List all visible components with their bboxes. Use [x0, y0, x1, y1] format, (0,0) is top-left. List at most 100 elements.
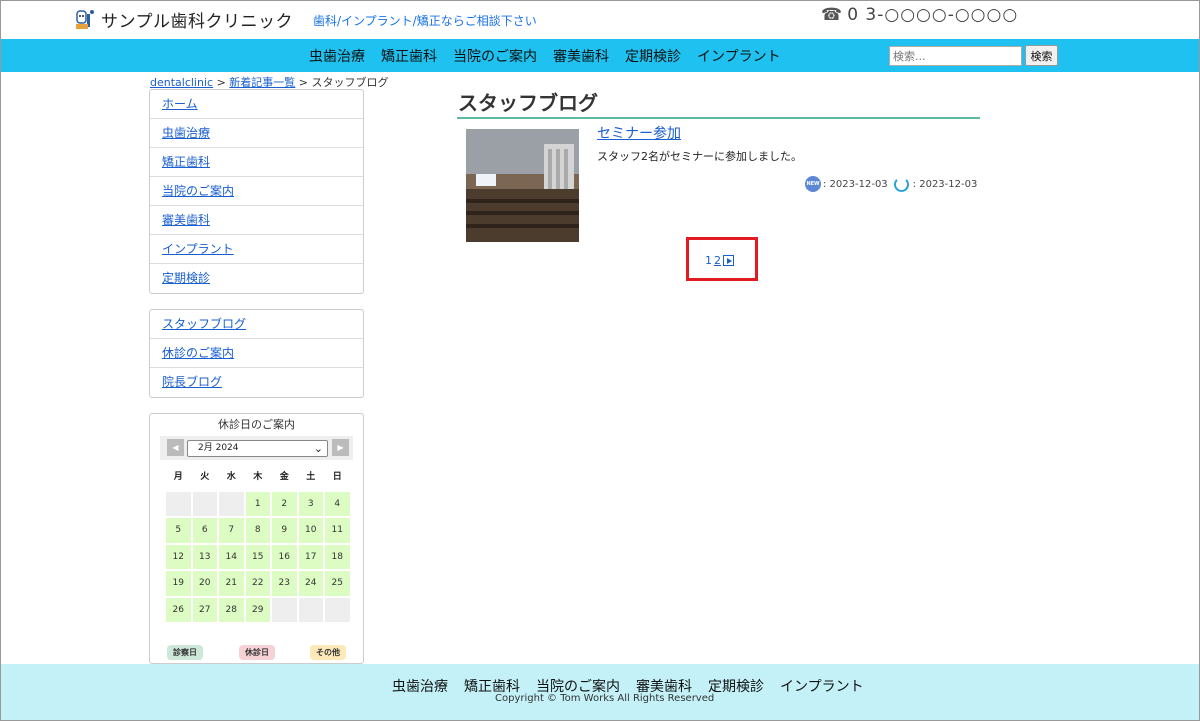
tooth-character-icon: [73, 8, 97, 32]
weekday-header: 日: [332, 472, 342, 482]
sidebar-item-cavity-treatment[interactable]: 虫歯治療: [150, 119, 363, 148]
post-thumbnail[interactable]: [466, 129, 579, 242]
calendar-day[interactable]: 28: [218, 596, 245, 623]
weekday-header: 火: [200, 472, 210, 482]
calendar-grid: 月火水木金土日 1 2 3 4 5 6 7 8 9 10 11 12 13 14 15 16 17 18 19 20 21…: [165, 464, 351, 623]
month-select-value: 2月 2024: [198, 443, 239, 453]
sidebar-category-menu: スタッフブログ 休診のご案内 院長ブログ: [149, 309, 364, 398]
footer-item-cavity-treatment[interactable]: 虫歯治療: [392, 676, 448, 696]
global-nav: 虫歯治療 矯正歯科 当院のご案内 審美歯科 定期検診 インプラント 検索: [1, 39, 1199, 72]
calendar-prev-button[interactable]: ◀: [167, 439, 184, 456]
calendar-day[interactable]: 1: [244, 490, 271, 517]
sidebar-item-home[interactable]: ホーム: [150, 90, 363, 119]
calendar-empty-cell: [165, 490, 192, 517]
weekday-header: 木: [253, 472, 263, 482]
calendar-day[interactable]: 13: [191, 543, 218, 570]
site-footer: 虫歯治療 矯正歯科 当院のご案内 審美歯科 定期検診 インプラント Copyri…: [1, 664, 1199, 720]
nav-item-implant[interactable]: インプラント: [697, 46, 781, 66]
calendar-empty-cell: [218, 490, 245, 517]
breadcrumb-list[interactable]: 新着記事一覧: [229, 76, 295, 89]
copyright: Copyright © Tom Works All Rights Reserve…: [495, 693, 715, 704]
post-meta: NEW : 2023-12-03 : 2023-12-03: [805, 176, 977, 192]
sidebar-item-checkup[interactable]: 定期検診: [150, 264, 363, 293]
tagline: 歯科/インプラント/矯正ならご相談下さい: [313, 14, 537, 28]
legend-open-day: 診察日: [167, 645, 203, 660]
calendar-day[interactable]: 6: [191, 517, 218, 544]
breadcrumb: dentalclinic > 新着記事一覧 > スタッフブログ: [150, 74, 389, 90]
calendar-day[interactable]: 11: [324, 517, 351, 544]
telephone-icon: ☎: [821, 5, 844, 25]
update-icon: [893, 176, 909, 192]
sidebar-item-staff-blog[interactable]: スタッフブログ: [150, 310, 363, 339]
calendar-day[interactable]: 14: [218, 543, 245, 570]
month-select[interactable]: 2月 2024 ⌄: [187, 440, 328, 457]
calendar-day[interactable]: 23: [271, 570, 298, 597]
search-input[interactable]: [889, 46, 1022, 66]
calendar-header: ◀ 2月 2024 ⌄ ▶: [160, 436, 353, 460]
calendar-day[interactable]: 4: [324, 490, 351, 517]
post-title-link[interactable]: セミナー参加: [597, 123, 681, 143]
legend-other: その他: [310, 645, 346, 660]
chevron-down-icon: ⌄: [313, 442, 323, 455]
calendar-day[interactable]: 27: [191, 596, 218, 623]
nav-item-checkup[interactable]: 定期検診: [625, 46, 681, 66]
nav-item-cavity-treatment[interactable]: 虫歯治療: [309, 46, 365, 66]
page-current: 1: [705, 254, 712, 267]
footer-item-checkup[interactable]: 定期検診: [708, 676, 764, 696]
post-updated-date: : 2023-12-03: [912, 178, 978, 190]
sidebar-item-cosmetic[interactable]: 審美歯科: [150, 206, 363, 235]
page-link-2[interactable]: 2: [714, 254, 721, 267]
calendar-day[interactable]: 9: [271, 517, 298, 544]
site-title: サンプル歯科クリニック: [101, 12, 293, 32]
calendar-day[interactable]: 24: [297, 570, 324, 597]
calendar-empty-cell: [191, 490, 218, 517]
calendar-day[interactable]: 16: [271, 543, 298, 570]
site-logo[interactable]: サンプル歯科クリニック: [73, 7, 293, 32]
search-button[interactable]: 検索: [1025, 45, 1058, 66]
calendar-day[interactable]: 19: [165, 570, 192, 597]
weekday-header: 土: [306, 472, 316, 482]
calendar-day[interactable]: 22: [244, 570, 271, 597]
sidebar-item-holiday-notice[interactable]: 休診のご案内: [150, 339, 363, 368]
calendar-day[interactable]: 5: [165, 517, 192, 544]
calendar-day[interactable]: 10: [297, 517, 324, 544]
calendar-day[interactable]: 18: [324, 543, 351, 570]
sidebar-item-orthodontics[interactable]: 矯正歯科: [150, 148, 363, 177]
breadcrumb-home[interactable]: dentalclinic: [150, 76, 213, 89]
site-header: サンプル歯科クリニック 歯科/インプラント/矯正ならご相談下さい ☎ 0 3-○…: [1, 1, 1199, 39]
calendar-day[interactable]: 21: [218, 570, 245, 597]
sidebar-item-director-blog[interactable]: 院長ブログ: [150, 368, 363, 397]
calendar-day[interactable]: 8: [244, 517, 271, 544]
calendar-day[interactable]: 15: [244, 543, 271, 570]
pagination: 1 2: [705, 254, 734, 267]
calendar-next-button[interactable]: ▶: [332, 439, 349, 456]
calendar-day[interactable]: 12: [165, 543, 192, 570]
calendar-day[interactable]: 25: [324, 570, 351, 597]
calendar-day[interactable]: 7: [218, 517, 245, 544]
phone-text: 0 3-○○○○-○○○○: [847, 5, 1019, 25]
calendar-empty-cell: [297, 596, 324, 623]
breadcrumb-separator: >: [213, 76, 230, 89]
sidebar-item-clinic-info[interactable]: 当院のご案内: [150, 177, 363, 206]
calendar-day[interactable]: 29: [244, 596, 271, 623]
sidebar-menu: ホーム 虫歯治療 矯正歯科 当院のご案内 審美歯科 インプラント 定期検診: [149, 89, 364, 294]
new-icon: NEW: [805, 176, 821, 192]
calendar-day[interactable]: 2: [271, 490, 298, 517]
title-divider: [457, 117, 980, 119]
nav-item-clinic-info[interactable]: 当院のご案内: [453, 46, 537, 66]
post-published-date: : 2023-12-03: [823, 178, 888, 190]
footer-item-implant[interactable]: インプラント: [780, 676, 864, 696]
calendar-day[interactable]: 17: [297, 543, 324, 570]
nav-item-orthodontics[interactable]: 矯正歯科: [381, 46, 437, 66]
breadcrumb-separator: >: [295, 76, 312, 89]
calendar-day[interactable]: 3: [297, 490, 324, 517]
sidebar-item-implant[interactable]: インプラント: [150, 235, 363, 264]
nav-item-cosmetic[interactable]: 審美歯科: [553, 46, 609, 66]
calendar-day[interactable]: 20: [191, 570, 218, 597]
phone-number: ☎ 0 3-○○○○-○○○○: [821, 5, 1018, 25]
page-title: スタッフブログ: [458, 91, 598, 115]
calendar-day[interactable]: 26: [165, 596, 192, 623]
next-page-icon[interactable]: [723, 255, 734, 266]
weekday-header: 金: [279, 472, 289, 482]
calendar-empty-cell: [324, 596, 351, 623]
